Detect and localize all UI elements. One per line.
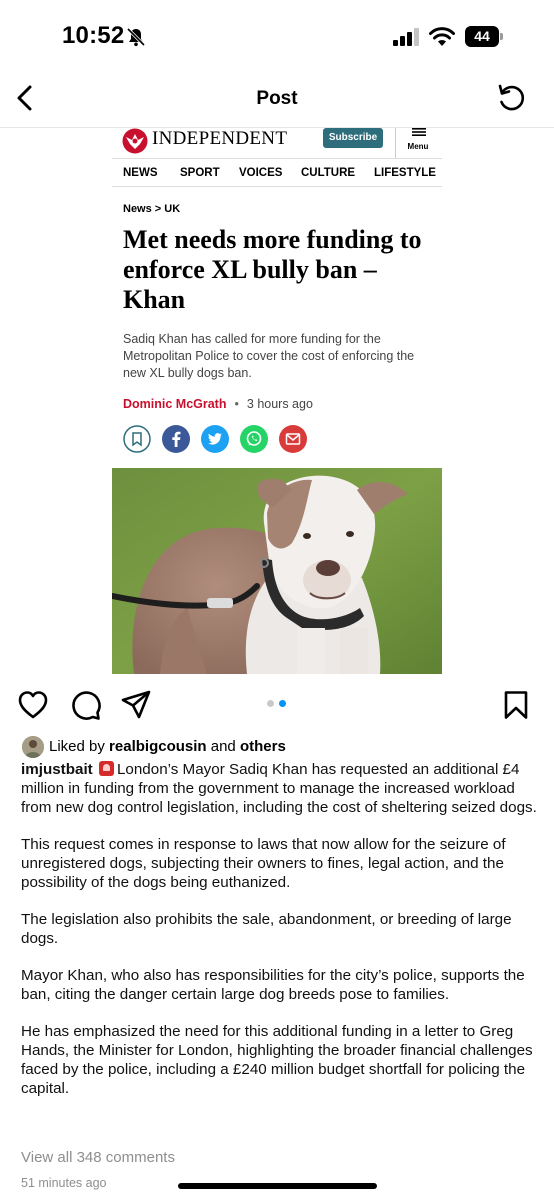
caption-paragraph-1: imjustbait London’s Mayor Sadiq Khan has… — [21, 760, 541, 817]
section-sport: SPORT — [180, 167, 220, 179]
subscribe-button: Subscribe — [323, 128, 383, 148]
carousel-dot-1 — [267, 700, 274, 707]
post-caption: imjustbait London’s Mayor Sadiq Khan has… — [21, 760, 541, 1116]
likes-prefix: Liked by — [49, 738, 110, 755]
view-all-comments-link[interactable]: View all 348 comments — [21, 1149, 175, 1166]
siren-emoji-icon — [98, 761, 114, 776]
carousel-indicator — [267, 700, 291, 708]
post-header: Post — [0, 70, 554, 128]
twitter-icon — [201, 425, 229, 453]
battery-icon: 44 — [465, 26, 503, 47]
caption-paragraph-3: The legislation also prohibits the sale,… — [21, 911, 512, 947]
section-news: NEWS — [123, 167, 158, 179]
post-actions — [0, 685, 554, 725]
whatsapp-icon — [240, 425, 268, 453]
breadcrumb: News > UK — [123, 203, 181, 215]
section-nav: NEWS SPORT VOICES CULTURE LIFESTYLE — [112, 158, 442, 187]
article-standfirst: Sadiq Khan has called for more funding f… — [123, 332, 415, 380]
liker-username[interactable]: realbigcousin — [109, 738, 207, 755]
home-indicator[interactable] — [178, 1183, 377, 1189]
independent-header: INDEPENDENT Subscribe Menu — [112, 128, 442, 158]
wifi-icon — [429, 27, 455, 46]
comment-icon[interactable] — [70, 689, 102, 721]
article-headline: Met needs more funding to enforce XL bul… — [123, 225, 422, 314]
section-voices: VOICES — [239, 167, 283, 179]
author-name: Dominic McGrath — [123, 397, 227, 411]
email-icon — [279, 425, 307, 453]
bookmark-icon — [123, 425, 151, 453]
share-icon[interactable] — [120, 689, 152, 721]
battery-level: 44 — [465, 26, 499, 47]
article-byline: Dominic McGrath • 3 hours ago — [123, 397, 313, 411]
caption-username[interactable]: imjustbait — [21, 761, 93, 778]
refresh-icon[interactable] — [496, 82, 528, 114]
hamburger-menu-icon — [412, 128, 426, 136]
liker-avatar[interactable] — [22, 736, 44, 758]
section-culture: CULTURE — [301, 167, 356, 179]
facebook-icon — [162, 425, 190, 453]
caption-paragraph-4: Mayor Khan, who also has responsibilitie… — [21, 967, 525, 1003]
status-bar: 10:52 44 — [0, 0, 554, 70]
published-time: 3 hours ago — [246, 397, 313, 411]
page-title: Post — [256, 88, 298, 109]
share-row — [123, 425, 343, 455]
likes-others-link[interactable]: others — [240, 738, 286, 755]
bell-slash-icon — [126, 27, 146, 47]
independent-wordmark: INDEPENDENT — [152, 128, 288, 149]
xl-bully-dog-photo — [112, 468, 442, 674]
caption-paragraph-2: This request comes in response to laws t… — [21, 836, 506, 891]
signal-icon — [393, 28, 419, 46]
caption-paragraph-5: He has emphasized the need for this addi… — [21, 1023, 533, 1097]
eagle-logo-icon — [122, 128, 148, 154]
menu-label: Menu — [407, 142, 429, 151]
battery-tip — [500, 33, 503, 40]
heart-icon[interactable] — [17, 689, 49, 721]
byline-separator: • — [234, 397, 239, 411]
menu-button: Menu — [395, 128, 439, 158]
status-time: 10:52 — [62, 22, 125, 49]
likes-text: Liked by realbigcousin and others — [49, 738, 286, 755]
likes-middle: and — [206, 738, 240, 755]
post-timestamp: 51 minutes ago — [21, 1176, 107, 1190]
post-image-article[interactable]: INDEPENDENT Subscribe Menu NEWS SPORT VO… — [112, 128, 442, 674]
section-lifestyle: LIFESTYLE — [374, 167, 436, 179]
carousel-dot-2-active — [279, 700, 286, 707]
save-icon[interactable] — [500, 689, 532, 721]
